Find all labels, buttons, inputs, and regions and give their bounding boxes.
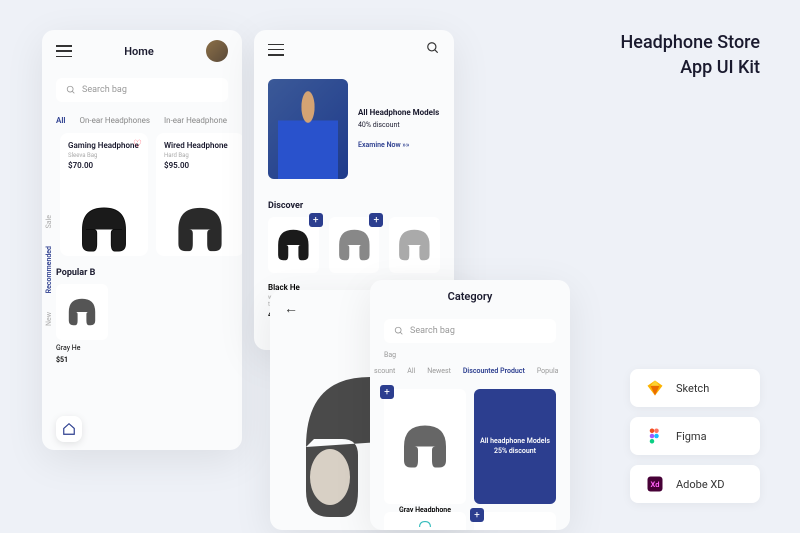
headphone-image [164, 176, 236, 256]
cat-tab-all[interactable]: All [407, 367, 415, 375]
avatar[interactable] [206, 40, 228, 62]
svg-text:Xd: Xd [651, 480, 660, 489]
headphone-image [60, 288, 104, 336]
home-title: Home [124, 45, 154, 58]
popular-card[interactable] [56, 284, 108, 340]
popular-price: $51 [42, 356, 242, 364]
tool-adobe-xd[interactable]: Xd Adobe XD [630, 465, 760, 503]
product-name: Gaming Headphone [68, 141, 140, 150]
home-nav-icon[interactable] [56, 416, 82, 442]
sketch-icon [646, 379, 664, 397]
add-icon[interactable]: + [369, 213, 383, 227]
promo-line2: 25% discount [494, 447, 536, 457]
hero-banner[interactable]: All Headphone Models 40% discount Examin… [254, 69, 454, 189]
product-price: $95.00 [164, 161, 236, 170]
search-input[interactable]: Search bag [56, 78, 228, 102]
tab-on-ear[interactable]: On-ear Headphones [80, 116, 150, 125]
category-grid: + Gray Headphone $70.00 All headphone Mo… [370, 381, 570, 530]
cat-tab-discounted[interactable]: Discounted Product [463, 367, 525, 375]
examine-link[interactable]: Examine Now »» [358, 141, 409, 149]
heart-icon[interactable]: ♡ [133, 139, 142, 150]
hero-subtitle: 40% discount [358, 121, 440, 129]
adobe-xd-icon: Xd [646, 475, 664, 493]
category-card[interactable]: + Colorful Headphone $45.00 [474, 512, 556, 530]
category-title: Category [448, 290, 493, 303]
headphone-image [389, 217, 440, 273]
search-icon[interactable] [426, 40, 440, 59]
popular-name: Gray He [42, 340, 242, 356]
menu-icon[interactable] [268, 44, 284, 56]
side-tab-recommended[interactable]: Recommended [45, 246, 53, 293]
add-icon[interactable]: + [309, 213, 323, 227]
product-sub: Hard Bag [164, 152, 236, 159]
figma-icon [646, 427, 664, 445]
side-tab-sale[interactable]: Sale [45, 215, 53, 228]
popular-list [42, 284, 242, 340]
category-card[interactable] [384, 512, 466, 530]
discover-card[interactable] [389, 217, 440, 273]
add-icon[interactable]: + [470, 508, 484, 522]
product-card[interactable]: Gaming Headphone ♡ Sleeva Bag $70.00 [60, 133, 148, 256]
product-list: Gaming Headphone ♡ Sleeva Bag $70.00 Wir… [42, 133, 242, 256]
tab-all[interactable]: All [56, 116, 66, 125]
hero-image [268, 79, 348, 179]
tab-in-ear[interactable]: In-ear Headphone [164, 116, 227, 125]
discover-card[interactable]: + [268, 217, 319, 273]
discover-card[interactable]: + [329, 217, 380, 273]
back-icon[interactable]: ← [284, 300, 298, 317]
category-card[interactable]: + Gray Headphone $70.00 [384, 389, 466, 504]
cat-tab-popular[interactable]: Popula [537, 367, 559, 375]
product-card[interactable]: Wired Headphone Hard Bag $95.00 [156, 133, 242, 256]
tool-sketch[interactable]: Sketch [630, 369, 760, 407]
discover-list: + + [254, 217, 454, 273]
headphone-image [390, 395, 460, 498]
hero-text: All Headphone Models 40% discount Examin… [358, 107, 440, 150]
side-label: scount [374, 367, 395, 375]
search-input[interactable]: Search bag [384, 319, 556, 343]
tool-label: Sketch [676, 382, 709, 395]
hero-title: All Headphone Models [358, 107, 440, 118]
promo-card[interactable]: All headphone Models 25% discount [474, 389, 556, 504]
tool-label: Figma [676, 430, 707, 443]
page-title: Headphone Store App UI Kit [621, 30, 760, 80]
category-tabs: All On-ear Headphones In-ear Headphone [42, 108, 242, 133]
tools-list: Sketch Figma Xd Adobe XD [630, 369, 760, 503]
headphone-image [390, 518, 460, 530]
side-tab-new[interactable]: New [45, 312, 53, 326]
category-tabs: scount All Newest Discounted Product Pop… [370, 361, 570, 381]
menu-icon[interactable] [56, 45, 72, 57]
popular-title: Popular B [42, 256, 242, 284]
search-icon [66, 85, 76, 95]
discover-title: Discover [254, 189, 454, 217]
headphone-image [68, 176, 140, 256]
title-line1: Headphone Store [621, 30, 760, 55]
tool-figma[interactable]: Figma [630, 417, 760, 455]
add-icon[interactable]: + [380, 385, 394, 399]
category-header: Category [370, 280, 570, 313]
tool-label: Adobe XD [676, 478, 725, 491]
cat-tab-newest[interactable]: Newest [427, 367, 451, 375]
category-screen: Category Search bag Bag scount All Newes… [370, 280, 570, 530]
promo-line1: All headphone Models [480, 437, 550, 447]
side-tabs: Sale Recommended New [45, 215, 53, 326]
product-price: $70.00 [68, 161, 140, 170]
breadcrumb: Bag [370, 349, 570, 361]
search-icon [394, 326, 404, 336]
title-line2: App UI Kit [621, 55, 760, 80]
product-name: Wired Headphone [164, 141, 236, 150]
product-sub: Sleeva Bag [68, 152, 140, 159]
home-header: Home [42, 30, 242, 72]
search-placeholder: Search bag [410, 326, 455, 336]
home-screen: Home Search bag All On-ear Headphones In… [42, 30, 242, 450]
search-placeholder: Search bag [82, 85, 127, 95]
headphone-image [480, 518, 550, 530]
browse-header [254, 30, 454, 69]
